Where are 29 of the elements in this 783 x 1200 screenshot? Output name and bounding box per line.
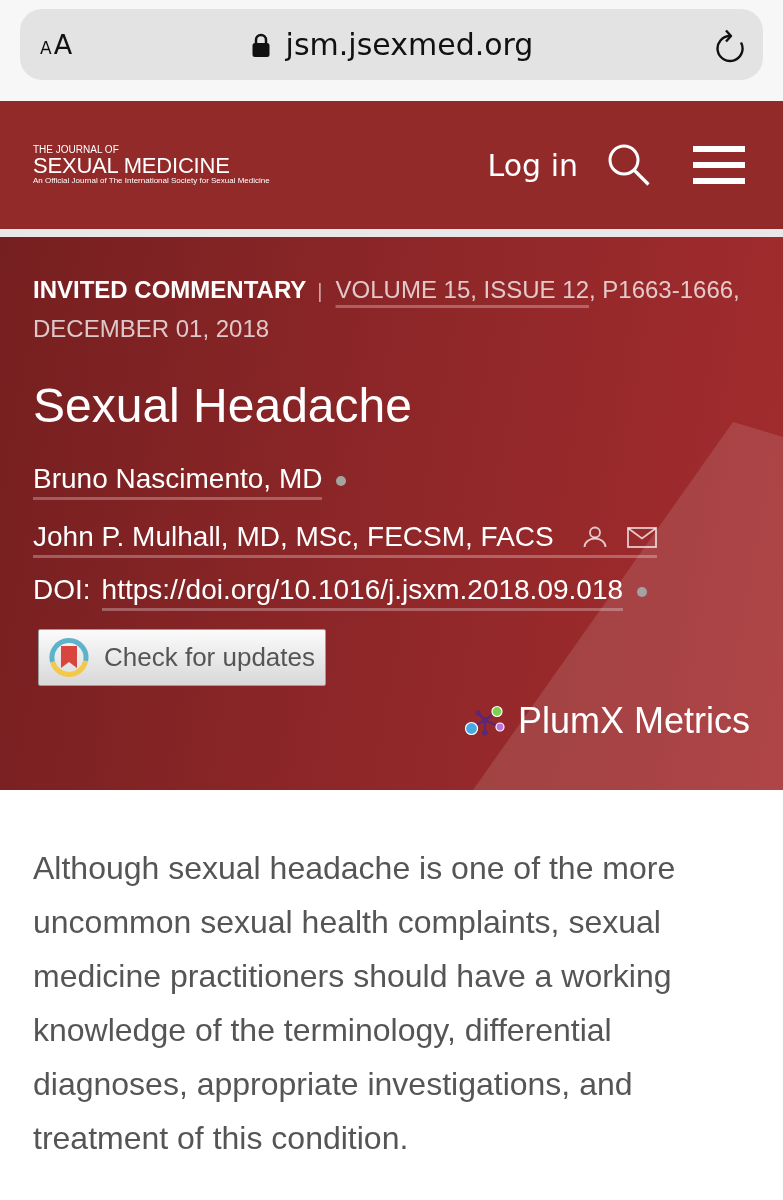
lock-icon [251, 32, 270, 57]
logo-overline: THE JOURNAL OF [33, 144, 119, 155]
page-range: , P1663-1666, [589, 275, 740, 305]
login-link[interactable]: Log in [487, 147, 578, 183]
menu-icon[interactable] [693, 146, 745, 184]
article-type: INVITED COMMENTARY [33, 275, 307, 305]
separator: | [317, 279, 323, 304]
doi-link[interactable]: https://doi.org/10.1016/j.jsxm.2018.09.018 [101, 573, 624, 611]
text-size-button[interactable]: AA [40, 29, 73, 60]
address-bar[interactable]: AA jsm.jsexmed.org [20, 9, 763, 80]
author-link[interactable]: John P. Mulhall, MD, MSc, FECSM, FACS [33, 520, 657, 558]
author-link[interactable]: Bruno Nascimento, MD [33, 462, 323, 500]
network-nodes-icon [463, 705, 506, 737]
issue-link[interactable]: VOLUME 15, ISSUE 12 [335, 271, 589, 309]
publication-date: DECEMBER 01, 2018 [33, 314, 270, 344]
article-title: Sexual Headache [33, 378, 412, 434]
person-icon[interactable] [582, 526, 607, 548]
bookmark-ring-icon [48, 636, 90, 679]
doi-label: DOI: [33, 573, 91, 607]
search-icon[interactable] [608, 144, 650, 186]
mail-icon[interactable] [626, 526, 657, 548]
logo-title: SEXUAL MEDICINE [33, 155, 230, 176]
dot-icon [336, 476, 347, 486]
check-updates-button[interactable]: Check for updates [38, 629, 326, 686]
dot-icon [637, 587, 648, 597]
plumx-metrics-link[interactable]: PlumX Metrics [463, 701, 750, 741]
abstract-text: Although sexual headache is one of the more uncommon sexual health complaints, sexual medicine practitioners should have a working knowledge of the terminology, differential diagnoses, appropriate investigations, and treatment of this condition. [32, 849, 677, 1158]
url-text: jsm.jsexmed.org [285, 27, 534, 62]
logo-tagline: An Official Journal of The International Society for Sexual Medicine [33, 176, 270, 186]
